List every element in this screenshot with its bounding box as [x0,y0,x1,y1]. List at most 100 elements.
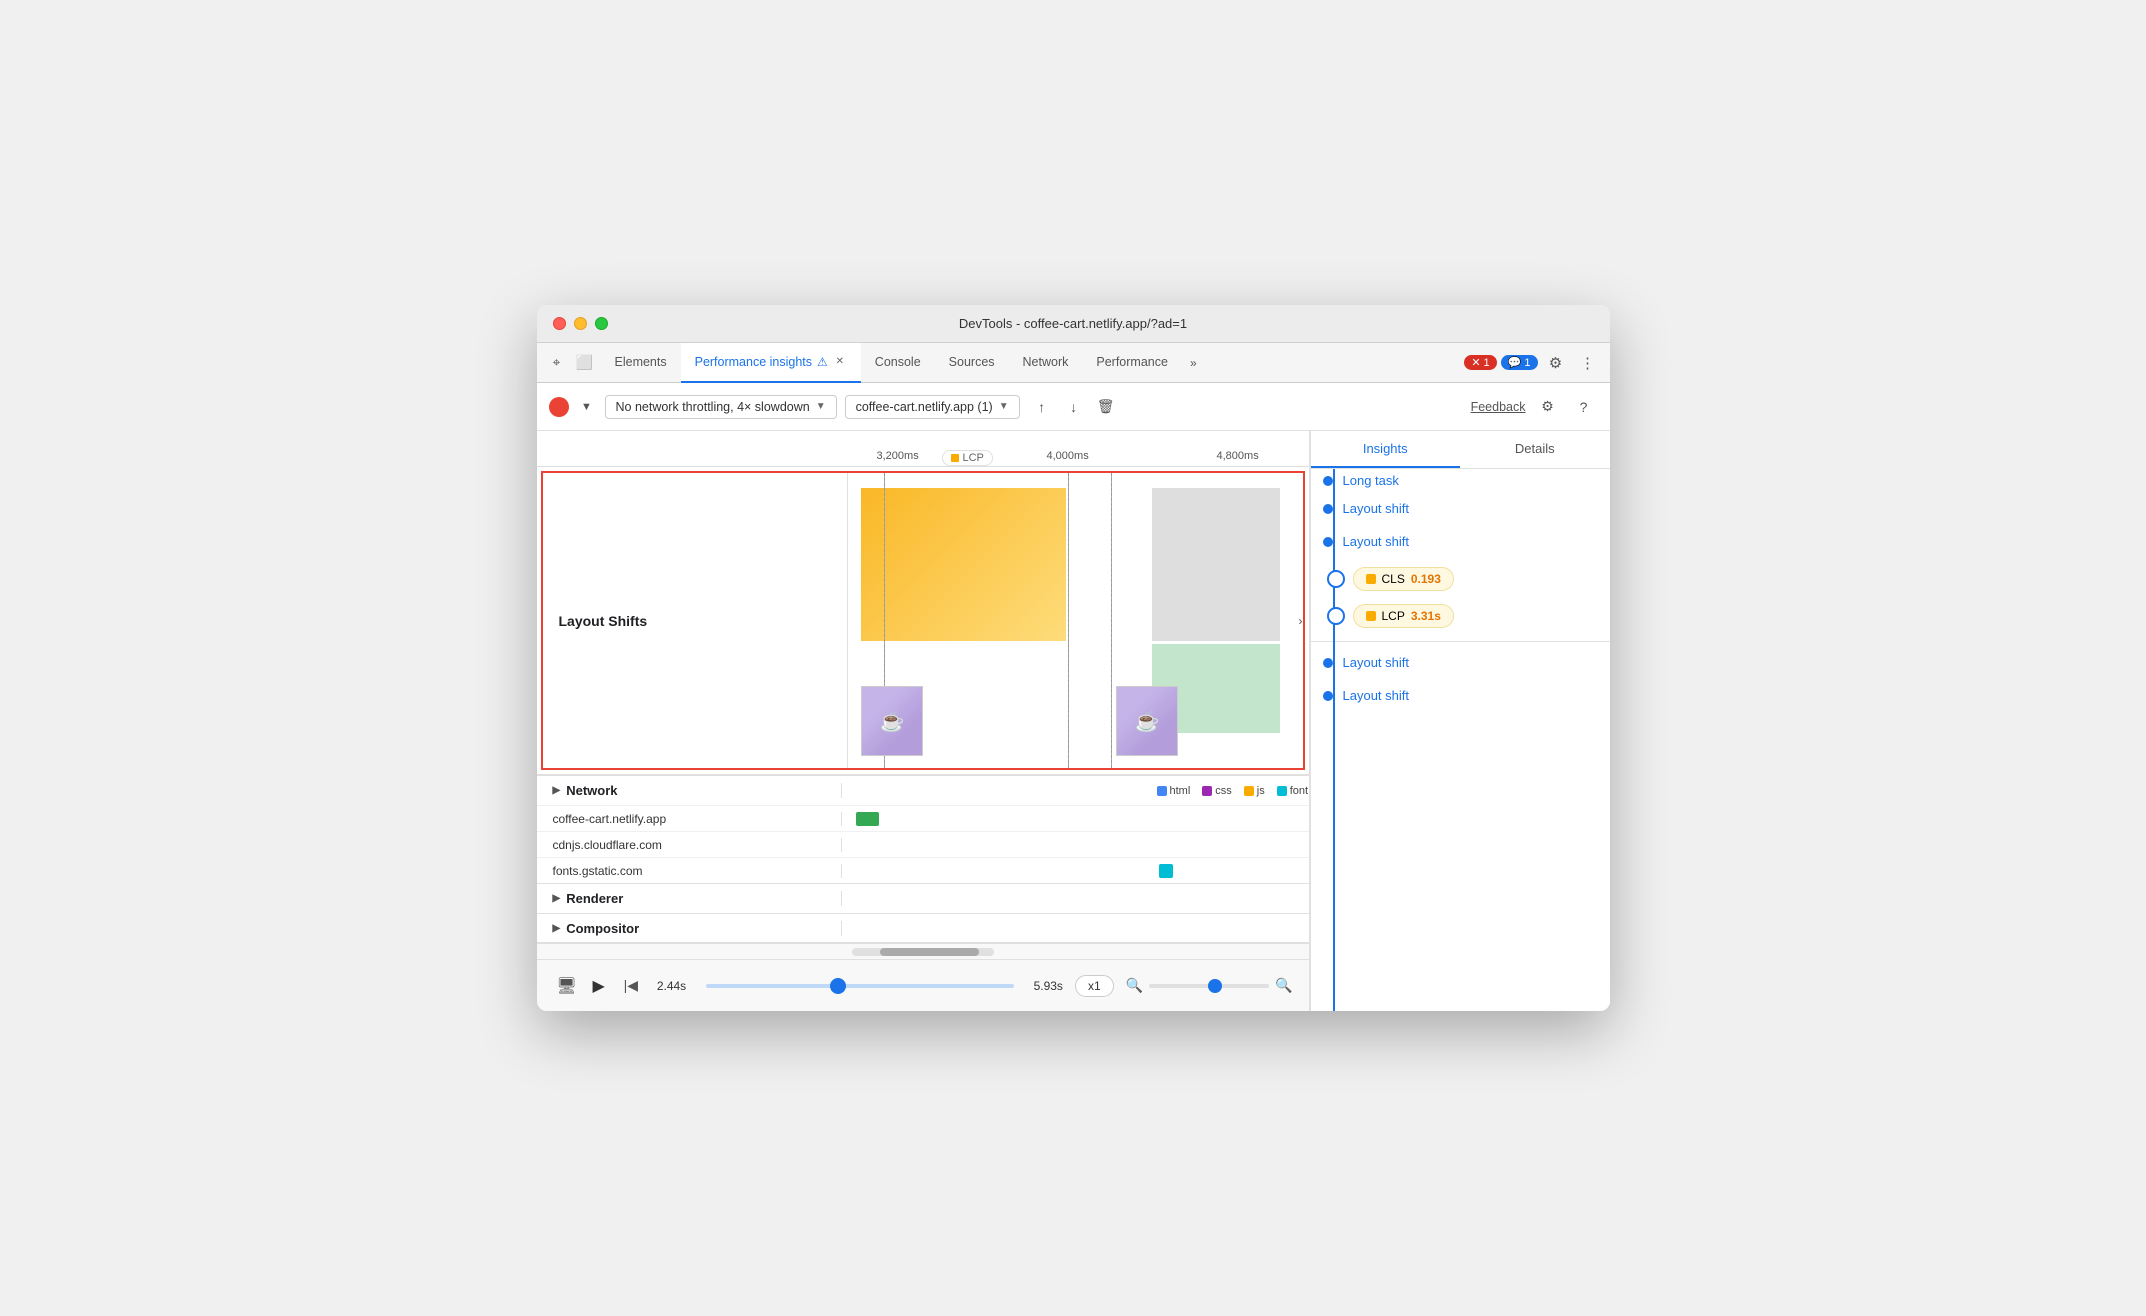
network-row-1[interactable]: coffee-cart.netlify.app [537,805,1309,831]
tab-elements[interactable]: Elements [601,343,681,383]
compositor-section: ▶ Compositor [537,913,1309,943]
cls-circle [1327,570,1345,588]
insight-link-2[interactable]: Layout shift [1343,534,1410,549]
record-button[interactable] [549,397,569,417]
insight-dot [1323,504,1333,514]
delete-icon[interactable]: 🗑 [1092,393,1120,421]
lcp-circle [1327,607,1345,625]
tab-sources[interactable]: Sources [935,343,1009,383]
shift-rect-orange[interactable] [861,488,1066,641]
cls-value: 0.193 [1411,572,1441,586]
skip-to-start-icon[interactable]: |◀ [617,972,645,1000]
legend-css: css [1202,785,1232,797]
dashed-line-3 [1111,473,1112,768]
layout-shifts-row: Layout Shifts ☕ [541,471,1305,770]
speed-badge[interactable]: x1 [1075,975,1114,997]
device-icon[interactable]: ⬜ [573,351,597,375]
lcp-value: 3.31s [1411,609,1441,623]
zoom-out-icon[interactable]: 🔍 [1126,977,1143,994]
tab-performance[interactable]: Performance [1082,343,1182,383]
settings-icon[interactable]: ⚙ [1542,349,1570,377]
help-icon[interactable]: ? [1570,393,1598,421]
fullscreen-button[interactable] [595,317,608,330]
insights-tab[interactable]: Insights [1311,431,1461,468]
compositor-label: ▶ Compositor [537,921,842,936]
timeline-slider[interactable] [706,984,1013,988]
download-icon[interactable]: ↓ [1060,393,1088,421]
insight-link-longtask[interactable]: Long task [1343,473,1399,488]
toolbar-icons: ↑ ↓ 🗑 [1028,393,1120,421]
network-timeline-1 [842,806,1309,831]
network-host-2: cdnjs.cloudflare.com [537,838,842,852]
scroll-right-icon[interactable]: › [1299,614,1303,628]
feedback-link[interactable]: Feedback [1471,400,1526,414]
tab-bar: ⌖ ⬜ Elements Performance insights ⚠ ✕ Co… [537,343,1610,383]
expand-renderer-icon[interactable]: ▶ [553,893,561,904]
settings-icon[interactable]: ⚙ [1534,393,1562,421]
insight-link-4[interactable]: Layout shift [1343,688,1410,703]
insight-item-2: Layout shift [1311,525,1610,558]
tab-network[interactable]: Network [1009,343,1083,383]
insight-dot [1323,691,1333,701]
cls-label: CLS [1382,572,1405,586]
zoom-thumb[interactable] [1208,979,1222,993]
title-bar: DevTools - coffee-cart.netlify.app/?ad=1 [537,305,1610,343]
time-start: 2.44s [657,979,686,993]
tab-performance-insights[interactable]: Performance insights ⚠ ✕ [681,343,861,383]
net-bar-3 [1159,864,1173,878]
zoom-in-icon[interactable]: 🔍 [1275,977,1292,994]
screenshot-icon[interactable]: 🖥 [553,972,581,1000]
details-tab[interactable]: Details [1460,431,1610,468]
cls-badge: CLS 0.193 [1353,567,1454,591]
shift-rect-gray[interactable] [1152,488,1279,641]
screenshot-thumb-1[interactable]: ☕ [861,686,923,756]
lcp-badge-row: LCP 3.31s [1311,600,1610,637]
zoom-slider[interactable] [1149,984,1269,988]
expand-compositor-icon[interactable]: ▶ [553,923,561,934]
insight-item-3: Layout shift [1311,646,1610,679]
tab-close-icon[interactable]: ✕ [833,355,847,369]
target-dropdown[interactable]: coffee-cart.netlify.app (1) ▼ [845,395,1020,419]
record-dropdown-icon[interactable]: ▼ [577,397,597,417]
screenshot-thumb-2[interactable]: ☕ [1116,686,1178,756]
insight-item-1: Layout shift [1311,492,1610,525]
close-button[interactable] [553,317,566,330]
js-color [1244,786,1254,796]
timeline-header: 3,200ms 4,000ms 4,800ms LCP [537,431,1309,467]
minimize-button[interactable] [574,317,587,330]
network-section: ▶ Network html css [537,774,1309,883]
layout-shifts-label: Layout Shifts [543,473,848,768]
time-marker-1: 3,200ms [877,450,919,462]
cls-square [1366,574,1376,584]
insight-link-1[interactable]: Layout shift [1343,501,1410,516]
css-color [1202,786,1212,796]
tab-console[interactable]: Console [861,343,935,383]
legend-html: html [1157,785,1191,797]
message-badge: 💬 1 [1501,355,1538,370]
zoom-control: 🔍 🔍 [1126,977,1293,994]
insight-dot [1323,658,1333,668]
network-row-2[interactable]: cdnjs.cloudflare.com [537,831,1309,857]
dashed-line-2 [1068,473,1069,768]
network-header: ▶ Network html css [537,775,1309,805]
right-tabs: Insights Details [1311,431,1610,469]
insight-link-3[interactable]: Layout shift [1343,655,1410,670]
net-bar-1 [856,812,879,826]
warning-icon: ⚠ [817,355,828,369]
network-label: ▶ Network [537,783,842,798]
traffic-lights [553,317,608,330]
insight-dot [1323,537,1333,547]
upload-icon[interactable]: ↑ [1028,393,1056,421]
more-options-icon[interactable]: ⋮ [1574,349,1602,377]
chevron-down-icon: ▼ [999,401,1009,412]
cursor-icon[interactable]: ⌖ [545,351,569,375]
play-button[interactable]: ▶ [593,976,605,996]
scrollbar-track[interactable] [852,948,994,956]
network-row-3[interactable]: fonts.gstatic.com [537,857,1309,883]
slider-thumb[interactable] [830,978,846,994]
lcp-dot [951,454,959,462]
expand-icon[interactable]: ▶ [553,785,561,796]
scrollbar-thumb[interactable] [880,948,979,956]
tab-overflow[interactable]: » [1182,356,1205,370]
throttle-dropdown[interactable]: No network throttling, 4× slowdown ▼ [605,395,837,419]
